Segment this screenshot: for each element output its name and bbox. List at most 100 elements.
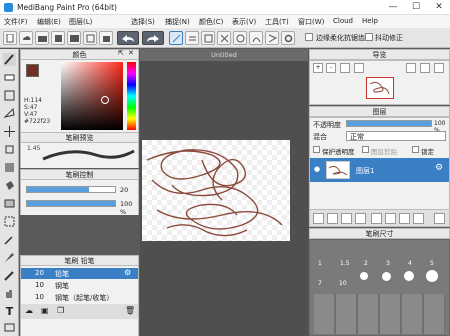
layer-merge-icon[interactable] <box>413 213 424 224</box>
hand-tool-icon[interactable] <box>3 287 16 300</box>
cloud-upload-button[interactable] <box>19 31 33 45</box>
brush-size-option[interactable]: 1 <box>318 260 322 267</box>
new-layer-icon[interactable] <box>313 213 324 224</box>
bucket-tool-icon[interactable] <box>3 179 16 192</box>
new-halftone-layer-icon[interactable] <box>327 213 338 224</box>
circle-snap-button[interactable] <box>233 31 247 45</box>
brush-size-dot-icon[interactable] <box>360 272 368 280</box>
menu-cloud[interactable]: Cloud <box>333 17 353 25</box>
layer-move-up-icon[interactable] <box>385 213 396 224</box>
menu-color[interactable]: 颜色(C) <box>199 17 223 27</box>
move-tool-icon[interactable] <box>3 125 16 138</box>
brush-size-option[interactable]: 10 <box>339 280 347 287</box>
zoom-out-icon[interactable]: - <box>326 63 336 73</box>
layer-button[interactable] <box>83 31 97 45</box>
copy-icon[interactable]: ❐ <box>57 306 64 315</box>
save-button[interactable] <box>51 31 65 45</box>
select-tool-icon[interactable] <box>3 215 16 228</box>
canvas-tab[interactable]: Untitled <box>140 49 308 61</box>
layer-row[interactable]: ● 图层1 ⚙ <box>310 158 449 182</box>
brush-size-option[interactable]: 2 <box>364 260 368 267</box>
new-file-button[interactable] <box>3 31 17 45</box>
primary-color-swatch[interactable] <box>26 64 39 77</box>
snap-off-button[interactable] <box>169 31 183 45</box>
add-icon[interactable]: ▣ <box>41 306 49 315</box>
layer-opacity-slider[interactable] <box>346 120 432 127</box>
close-button[interactable]: ✕ <box>428 0 450 15</box>
delete-icon[interactable]: 🗑 <box>125 306 135 315</box>
menu-edit[interactable]: 编辑(E) <box>37 17 61 27</box>
open-file-button[interactable] <box>35 31 49 45</box>
menu-layer[interactable]: 图层(L) <box>69 17 92 27</box>
menu-file[interactable]: 文件(F) <box>4 17 28 27</box>
brush-size-option[interactable]: 3 <box>386 260 390 267</box>
panel-popout-icon[interactable]: ⇱ <box>118 49 128 59</box>
select-pen-tool-icon[interactable] <box>3 251 16 264</box>
transform-tool-icon[interactable] <box>3 143 16 156</box>
brush-list-item[interactable]: 10 钢笔 <box>21 280 138 291</box>
share-button[interactable] <box>67 31 81 45</box>
layer-move-down-icon[interactable] <box>399 213 410 224</box>
navigator-thumbnail[interactable] <box>366 77 394 99</box>
color-picker-cursor[interactable] <box>101 96 109 104</box>
magic-wand-tool-icon[interactable] <box>3 233 16 246</box>
actual-size-icon[interactable] <box>354 63 364 73</box>
layer-folder-icon[interactable] <box>371 213 382 224</box>
hue-slider[interactable] <box>127 62 136 130</box>
blend-mode-select[interactable]: 正常 <box>346 131 446 141</box>
brush-size-option[interactable]: 7 <box>318 280 322 287</box>
snap-settings-button[interactable] <box>281 31 295 45</box>
eraser-tool-icon[interactable] <box>3 71 16 84</box>
brush-list-item[interactable]: 20 铅笔 ⚙ <box>21 268 138 279</box>
correction-checkbox[interactable] <box>365 33 373 41</box>
brush-list-item[interactable]: 10 钢笔（起笔/收笔） <box>21 292 138 303</box>
rect-tool-icon[interactable] <box>3 89 16 102</box>
lock-checkbox[interactable] <box>412 146 419 153</box>
saturation-value-picker[interactable] <box>61 62 123 130</box>
minimize-button[interactable]: — <box>382 0 404 15</box>
panel-close-icon[interactable]: ✕ <box>128 49 138 59</box>
drawing-canvas[interactable] <box>142 140 290 241</box>
radial-snap-button[interactable] <box>217 31 231 45</box>
cloud-icon[interactable]: ☁ <box>25 306 33 315</box>
brush-tool-icon[interactable] <box>3 53 16 66</box>
menu-window[interactable]: 窗口(W) <box>298 17 324 27</box>
gear-icon[interactable]: ⚙ <box>124 268 131 277</box>
brush-size-dot-icon[interactable] <box>382 272 391 281</box>
lasso-tool-icon[interactable] <box>3 107 16 120</box>
antialias-checkbox[interactable] <box>305 33 313 41</box>
cross-snap-button[interactable] <box>201 31 215 45</box>
menu-help[interactable]: Help <box>362 17 378 25</box>
curve-snap-button[interactable] <box>249 31 263 45</box>
brush-size-dot-icon[interactable] <box>426 270 438 282</box>
brush-opacity-slider[interactable] <box>26 200 116 207</box>
parallel-snap-button[interactable] <box>185 31 199 45</box>
flip-icon[interactable] <box>434 63 444 73</box>
rotate-right-icon[interactable] <box>420 63 430 73</box>
clipping-checkbox[interactable] <box>362 146 369 153</box>
brush-size-dot-icon[interactable] <box>404 271 414 281</box>
eye-icon[interactable]: ● <box>314 165 320 173</box>
frame-tool-icon[interactable] <box>3 323 16 336</box>
layer-settings-gear-icon[interactable]: ⚙ <box>435 163 443 173</box>
layer-delete-icon[interactable] <box>434 213 445 224</box>
menu-select[interactable]: 选择(S) <box>131 17 155 27</box>
brush-size-option[interactable]: 1.5 <box>340 260 350 267</box>
rotate-left-icon[interactable] <box>406 63 416 73</box>
brush-size-grid[interactable] <box>314 294 445 334</box>
brush-size-slider[interactable] <box>26 186 116 193</box>
brush-size-option[interactable]: 4 <box>408 260 412 267</box>
perspective-snap-button[interactable] <box>265 31 279 45</box>
protect-alpha-checkbox[interactable] <box>313 146 320 153</box>
new-folder-icon[interactable] <box>341 213 352 224</box>
layer-menu-icon[interactable] <box>355 213 366 224</box>
menu-view[interactable]: 表示(V) <box>232 17 256 27</box>
gradient-tool-icon[interactable] <box>3 197 16 210</box>
text-tool-icon[interactable]: T <box>3 305 16 318</box>
zoom-in-icon[interactable]: + <box>313 63 323 73</box>
menu-tools[interactable]: 工具(T) <box>265 17 289 27</box>
eyedropper-tool-icon[interactable] <box>3 269 16 282</box>
fill-tool-icon[interactable] <box>3 161 16 174</box>
redo-button[interactable] <box>142 31 164 45</box>
menu-snap[interactable]: 捕捉(N) <box>165 17 190 27</box>
